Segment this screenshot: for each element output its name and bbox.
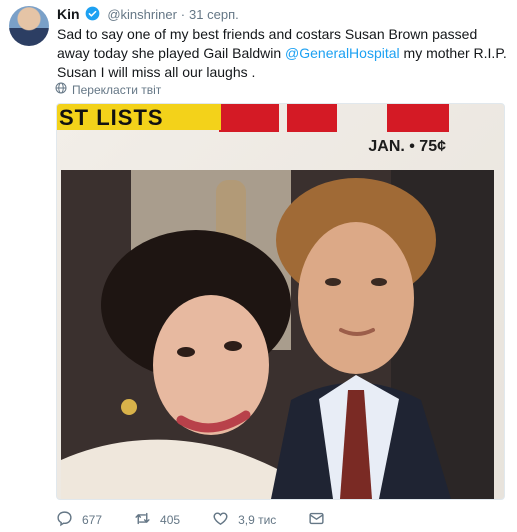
retweet-icon bbox=[134, 510, 151, 530]
retweet-count: 405 bbox=[160, 513, 181, 527]
avatar[interactable] bbox=[9, 6, 49, 46]
reply-button[interactable]: 677 bbox=[56, 510, 102, 530]
photo bbox=[61, 170, 494, 499]
translate-label: Перекласти твіт bbox=[72, 82, 162, 97]
like-button[interactable]: 3,9 тис bbox=[212, 510, 276, 530]
mention-link[interactable]: @GeneralHospital bbox=[285, 45, 400, 61]
direct-message-icon bbox=[308, 510, 325, 530]
direct-message-button[interactable] bbox=[308, 510, 325, 530]
author-handle[interactable]: @kinshriner bbox=[107, 7, 177, 22]
globe-icon bbox=[55, 82, 67, 97]
retweet-button[interactable]: 405 bbox=[134, 510, 180, 530]
reply-icon bbox=[56, 510, 73, 530]
tweet-header: Kin @kinshriner · 31 серп. bbox=[57, 6, 239, 24]
separator-dot: · bbox=[180, 7, 186, 22]
photo-illustration bbox=[61, 170, 494, 499]
magazine-red-stripe bbox=[387, 104, 449, 132]
tweet-media-image[interactable]: ST LISTS JAN. • 75¢ bbox=[56, 103, 505, 500]
magazine-banner: ST LISTS bbox=[57, 104, 221, 130]
tweet-date[interactable]: 31 серп. bbox=[189, 7, 239, 22]
magazine-issue-date: JAN. • 75¢ bbox=[368, 138, 446, 155]
tweet-actions: 677 405 3,9 тис bbox=[56, 510, 357, 530]
translate-tweet-link[interactable]: Перекласти твіт bbox=[55, 82, 161, 97]
like-icon bbox=[212, 510, 229, 530]
reply-count: 677 bbox=[82, 513, 103, 527]
magazine-red-stripe bbox=[287, 104, 337, 132]
author-name[interactable]: Kin bbox=[57, 6, 80, 22]
verified-badge-icon bbox=[85, 6, 100, 24]
tweet-text: Sad to say one of my best friends and co… bbox=[57, 25, 507, 82]
magazine-red-stripe bbox=[219, 104, 279, 132]
like-count: 3,9 тис bbox=[238, 513, 277, 527]
